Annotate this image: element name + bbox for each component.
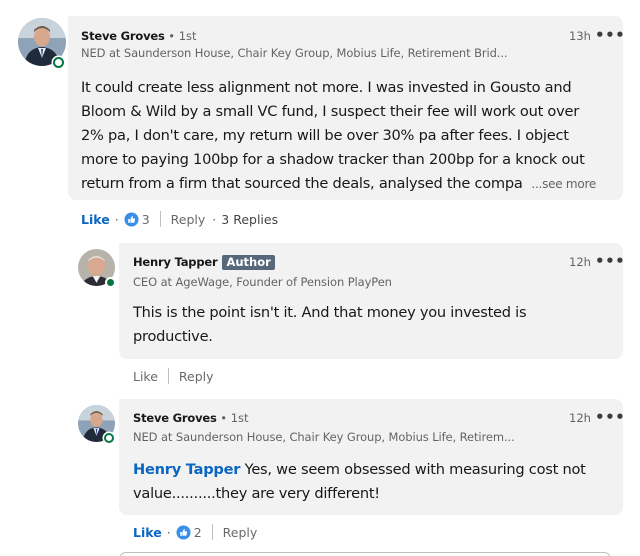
thumbs-up-icon[interactable] <box>176 524 191 540</box>
comment-timestamp: 12h <box>569 255 591 269</box>
presence-indicator <box>105 277 116 288</box>
author-headline: NED at Saunderson House, Chair Key Group… <box>81 46 508 60</box>
comment-text: This is the point isn't it. And that mon… <box>133 301 613 349</box>
comment-text-line: value..........they are very different! <box>133 485 380 502</box>
reply-input[interactable] <box>119 552 611 556</box>
comment-text: It could create less alignment not more.… <box>81 76 621 196</box>
presence-indicator <box>104 433 114 443</box>
like-button[interactable]: Like <box>81 212 110 227</box>
reaction-count[interactable]: 2 <box>194 525 202 540</box>
comment-text-line: return from a firm that sourced the deal… <box>81 175 596 192</box>
author-name[interactable]: Henry Tapper <box>133 255 218 269</box>
comment-text-line: It could create less alignment not more.… <box>81 79 572 96</box>
separator-dot: · <box>114 211 119 227</box>
author-headline: NED at Saunderson House, Chair Key Group… <box>133 430 515 444</box>
thumbs-up-icon[interactable] <box>124 211 139 227</box>
reply-button[interactable]: Reply <box>179 369 214 384</box>
reaction-count[interactable]: 3 <box>142 212 150 227</box>
comment-author-line: Steve Groves • 1st <box>133 411 249 425</box>
comment-timestamp: 13h <box>569 29 591 43</box>
comment-text-line: Henry Tapper Yes, we seem obsessed with … <box>133 461 586 478</box>
comment-actions: Like Reply <box>133 367 214 385</box>
comment-author-line: Steve Groves • 1st <box>81 29 197 43</box>
divider <box>159 211 161 227</box>
author-name[interactable]: Steve Groves <box>133 411 217 425</box>
comment-text-line: 2% pa, I don't care, my return will be o… <box>81 127 569 144</box>
comment-author-line: Henry Tapper Author <box>133 255 275 270</box>
connection-degree: • 1st <box>168 29 197 43</box>
comment-text: Henry Tapper Yes, we seem obsessed with … <box>133 458 613 506</box>
separator-dot: · <box>212 211 217 227</box>
replies-link[interactable]: 3 Replies <box>221 212 278 227</box>
author-badge: Author <box>222 255 275 270</box>
comment-actions: Like · 2 Reply <box>133 523 257 541</box>
author-headline: CEO at AgeWage, Founder of Pension PlayP… <box>133 275 392 289</box>
separator-dot: · <box>166 524 171 540</box>
divider <box>211 524 213 540</box>
comment-text-line: Bloom & Wild by a small VC fund, I suspe… <box>81 103 579 120</box>
reply-button[interactable]: Reply <box>171 212 206 227</box>
comment-timestamp: 12h <box>569 411 591 425</box>
divider <box>167 368 169 384</box>
comment-text-line: more to paying 100bp for a shadow tracke… <box>81 151 585 168</box>
mention-link[interactable]: Henry Tapper <box>133 461 240 478</box>
author-name[interactable]: Steve Groves <box>81 29 165 43</box>
like-button[interactable]: Like <box>133 369 158 384</box>
presence-indicator <box>53 57 64 68</box>
like-button[interactable]: Like <box>133 525 162 540</box>
ellipsis-icon[interactable]: ••• <box>595 28 625 43</box>
connection-degree: • 1st <box>220 411 249 425</box>
comment-text-line: This is the point isn't it. And that mon… <box>133 304 527 321</box>
comment-actions: Like · 3 Reply · 3 Replies <box>81 210 278 228</box>
ellipsis-icon[interactable]: ••• <box>595 410 625 425</box>
reply-button[interactable]: Reply <box>223 525 258 540</box>
comment-text-line: productive. <box>133 328 213 345</box>
see-more-link[interactable]: ...see more <box>531 177 596 191</box>
ellipsis-icon[interactable]: ••• <box>595 254 625 269</box>
